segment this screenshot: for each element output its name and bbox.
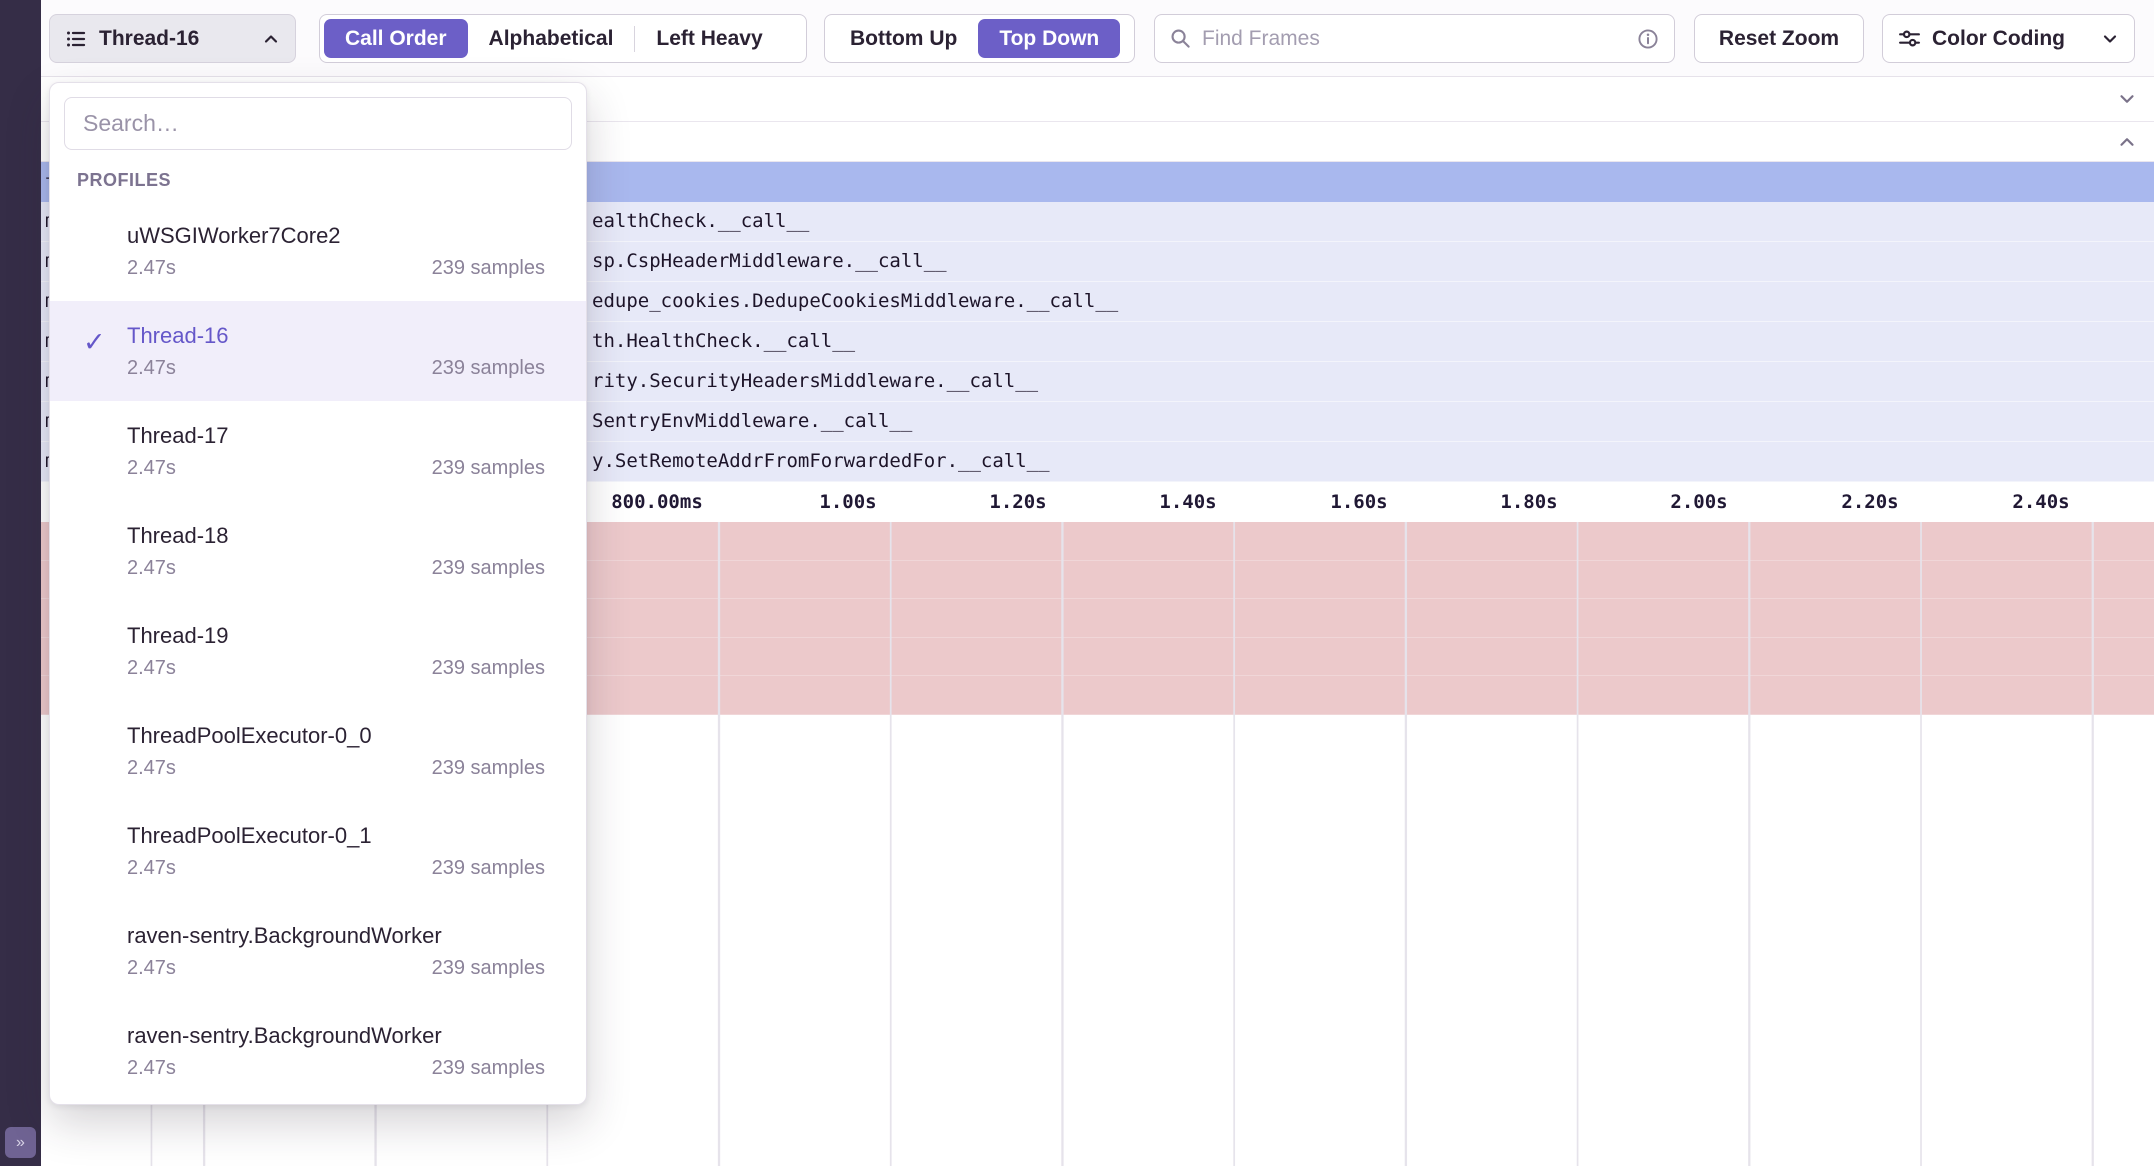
chevron-down-icon (2100, 29, 2120, 49)
sort-call-order-button[interactable]: Call Order (324, 19, 468, 58)
profiles-search-input[interactable] (83, 110, 553, 137)
profile-duration: 2.47s (127, 757, 176, 780)
profile-samples: 239 samples (432, 857, 545, 880)
profile-samples: 239 samples (432, 657, 545, 680)
profile-samples: 239 samples (432, 457, 545, 480)
frame-text: ealthCheck.__call__ (592, 202, 809, 241)
collapsed-sidebar-rail: » (0, 0, 41, 1166)
profile-name: uWSGIWorker7Core2 (127, 223, 545, 249)
time-axis-label: 2.40s (2012, 482, 2069, 522)
profile-name: ThreadPoolExecutor-0_0 (127, 723, 545, 749)
profile-item-threadpoolexecutor-0-0[interactable]: ✓ ThreadPoolExecutor-0_0 2.47s239 sample… (50, 701, 586, 801)
sliders-icon (1897, 26, 1922, 51)
color-coding-label: Color Coding (1932, 27, 2090, 51)
profile-list: ✓ uWSGIWorker7Core2 2.47s 239 samples ✓ T… (50, 201, 586, 1101)
profile-duration: 2.47s (127, 557, 176, 580)
find-frames-input[interactable] (1202, 27, 1626, 51)
profile-name: Thread-16 (127, 323, 545, 349)
profile-duration: 2.47s (127, 357, 176, 380)
thread-selector-button[interactable]: Thread-16 (49, 14, 296, 63)
profile-name: Thread-19 (127, 623, 545, 649)
check-icon: ✓ (83, 327, 106, 358)
profile-samples: 239 samples (432, 557, 545, 580)
sort-alphabetical-button[interactable]: Alphabetical (468, 19, 635, 58)
profile-duration: 2.47s (127, 857, 176, 880)
find-frames-search (1154, 14, 1675, 63)
profile-samples: 239 samples (432, 357, 545, 380)
frame-text: y.SetRemoteAddrFromForwardedFor.__call__ (592, 442, 1050, 481)
chevron-down-icon[interactable] (2116, 88, 2138, 110)
profile-name: ThreadPoolExecutor-0_1 (127, 823, 545, 849)
frame-text: th.HealthCheck.__call__ (592, 322, 855, 361)
thread-selector-label: Thread-16 (99, 27, 250, 51)
profiles-search (64, 97, 572, 150)
profile-duration: 2.47s (127, 957, 176, 980)
profile-item-thread-19[interactable]: ✓ Thread-19 2.47s239 samples (50, 601, 586, 701)
profile-item-raven-sentry-backgroundworker-2[interactable]: ✓ raven-sentry.BackgroundWorker 2.47s239… (50, 1001, 586, 1101)
profile-samples: 239 samples (432, 257, 545, 280)
profiler-app: » Thread-16 Call Order Alphabetical Left… (0, 0, 2154, 1166)
time-axis-label: 1.60s (1330, 482, 1387, 522)
info-icon (1636, 27, 1660, 51)
time-axis-label: 1.00s (819, 482, 876, 522)
chevron-up-icon[interactable] (2116, 131, 2138, 153)
frame-text: edupe_cookies.DedupeCookiesMiddleware.__… (592, 282, 1118, 321)
time-axis-label: 1.80s (1500, 482, 1557, 522)
profile-item-raven-sentry-backgroundworker-1[interactable]: ✓ raven-sentry.BackgroundWorker 2.47s239… (50, 901, 586, 1001)
profile-name: Thread-17 (127, 423, 545, 449)
profile-name: Thread-18 (127, 523, 545, 549)
list-icon (64, 27, 88, 51)
profile-samples: 239 samples (432, 1057, 545, 1080)
time-axis-label: 2.20s (1841, 482, 1898, 522)
direction-segmented-control: Bottom Up Top Down (824, 14, 1135, 63)
profile-duration: 2.47s (127, 1057, 176, 1080)
time-axis-label: 800.00ms (611, 482, 703, 522)
profile-samples: 239 samples (432, 757, 545, 780)
chevron-up-icon (261, 29, 281, 49)
color-coding-button[interactable]: Color Coding (1882, 14, 2135, 63)
frame-text: sp.CspHeaderMiddleware.__call__ (592, 242, 947, 281)
profile-duration: 2.47s (127, 457, 176, 480)
profile-item-thread-18[interactable]: ✓ Thread-18 2.47s239 samples (50, 501, 586, 601)
sort-segmented-control: Call Order Alphabetical Left Heavy (319, 14, 807, 63)
profile-samples: 239 samples (432, 957, 545, 980)
profile-item-thread-16[interactable]: ✓ Thread-16 2.47s 239 samples (50, 301, 586, 401)
time-axis-label: 1.20s (989, 482, 1046, 522)
profile-item-thread-17[interactable]: ✓ Thread-17 2.47s239 samples (50, 401, 586, 501)
profiles-dropdown-panel: PROFILES ✓ uWSGIWorker7Core2 2.47s 239 sa… (49, 82, 587, 1105)
search-icon (1169, 27, 1192, 50)
profile-item-uwsgiworker7core2[interactable]: ✓ uWSGIWorker7Core2 2.47s239 samples (50, 201, 586, 301)
profile-item-threadpoolexecutor-0-1[interactable]: ✓ ThreadPoolExecutor-0_1 2.47s239 sample… (50, 801, 586, 901)
frame-text: SentryEnvMiddleware.__call__ (592, 402, 912, 441)
direction-top-down-button[interactable]: Top Down (978, 19, 1120, 58)
profile-name: raven-sentry.BackgroundWorker (127, 1023, 545, 1049)
profile-duration: 2.47s (127, 657, 176, 680)
reset-zoom-button[interactable]: Reset Zoom (1694, 14, 1864, 63)
direction-bottom-up-button[interactable]: Bottom Up (829, 19, 978, 58)
toolbar: Thread-16 Call Order Alphabetical Left H… (41, 0, 2154, 77)
sidebar-expand-button[interactable]: » (5, 1127, 36, 1158)
profile-duration: 2.47s (127, 257, 176, 280)
sort-left-heavy-button[interactable]: Left Heavy (635, 19, 783, 58)
time-axis-label: 2.00s (1670, 482, 1727, 522)
profile-name: raven-sentry.BackgroundWorker (127, 923, 545, 949)
profiles-section-label: PROFILES (77, 170, 586, 191)
time-axis-label: 1.40s (1159, 482, 1216, 522)
frame-text: rity.SecurityHeadersMiddleware.__call__ (592, 362, 1038, 401)
